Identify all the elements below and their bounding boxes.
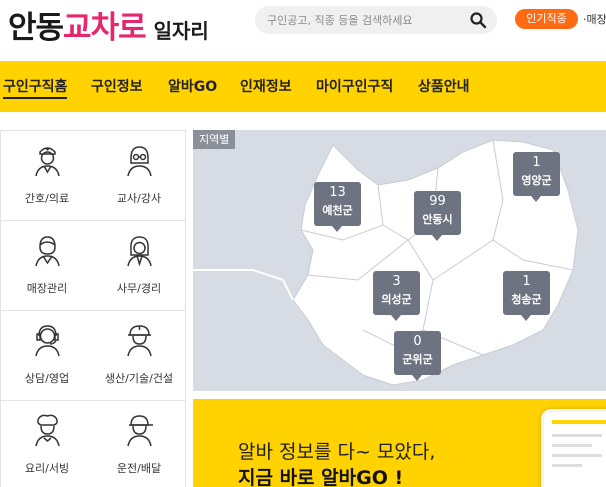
category-driving-delivery[interactable]: 운전/배달 bbox=[93, 401, 186, 487]
region-name: 영양군 bbox=[521, 174, 552, 187]
banner-headline: 알바 정보를 다~ 모았다, bbox=[238, 441, 436, 463]
category-label: 매장관리 bbox=[26, 282, 68, 295]
region-count: 99 bbox=[429, 194, 446, 209]
category-store-management[interactable]: 매장관리 bbox=[1, 221, 94, 311]
region-name: 청송군 bbox=[511, 293, 542, 306]
region-pin-yecheon[interactable]: 13 예천군 bbox=[314, 182, 361, 232]
region-count: 3 bbox=[392, 274, 401, 289]
main-nav: 구인구직홈 구인정보 알바GO 인재정보 마이구인구직 상품안내 bbox=[0, 61, 606, 112]
category-label: 상담/영업 bbox=[24, 372, 70, 385]
logo-text-jobs: 일자리 bbox=[153, 19, 209, 43]
call-center-icon bbox=[35, 325, 60, 357]
logo-text-andong: 안동 bbox=[8, 10, 64, 46]
category-teacher-instructor[interactable]: 교사/강사 bbox=[93, 131, 186, 221]
nav-item-products[interactable]: 상품안내 bbox=[418, 76, 470, 96]
phone-line bbox=[552, 454, 602, 457]
region-name: 예천군 bbox=[322, 204, 353, 217]
region-name: 의성군 bbox=[381, 293, 412, 306]
job-category-grid: 간호/의료 교사/강사 매장관리 사무/경리 상담/영업 생산/기술/건설 요리… bbox=[0, 130, 186, 487]
category-consulting-sales[interactable]: 상담/영업 bbox=[1, 311, 94, 401]
delivery-driver-icon bbox=[127, 415, 153, 447]
region-pin-cheongsong[interactable]: 1 청송군 bbox=[503, 271, 550, 321]
region-pin-andong[interactable]: 99 안동시 bbox=[414, 191, 461, 241]
phone-line bbox=[552, 444, 592, 447]
region-map: 지역별 13 예천군 99 안동시 1 영양군 3 의성군 1 청송군 0 군위… bbox=[193, 130, 606, 391]
chef-icon bbox=[35, 414, 60, 447]
header: 안동 교차로 일자리 인기직종 ·매장 bbox=[0, 0, 606, 60]
category-label: 생산/기술/건설 bbox=[104, 372, 174, 385]
banner-subheadline: 지금 바로 알바GO ! bbox=[238, 467, 404, 487]
category-cooking-serving[interactable]: 요리/서빙 bbox=[1, 401, 94, 487]
region-pin-yeongyang[interactable]: 1 영양군 bbox=[513, 152, 560, 202]
region-count: 13 bbox=[329, 185, 346, 200]
region-pin-uiseong[interactable]: 3 의성군 bbox=[373, 271, 420, 321]
search-box bbox=[255, 6, 497, 34]
region-count: 1 bbox=[532, 155, 541, 170]
hot-jobs-badge: 인기직종 bbox=[515, 9, 578, 29]
construction-worker-icon bbox=[127, 325, 152, 357]
category-production-tech-construction[interactable]: 생산/기술/건설 bbox=[93, 311, 186, 401]
logo-text-gyocharo: 교차로 bbox=[63, 10, 147, 46]
category-label: 사무/경리 bbox=[116, 282, 162, 295]
nav-item-talent[interactable]: 인재정보 bbox=[240, 76, 292, 96]
category-label: 교사/강사 bbox=[116, 192, 162, 205]
hot-job-link[interactable]: ·매장 bbox=[583, 11, 606, 27]
search-icon[interactable] bbox=[469, 11, 487, 29]
phone-line bbox=[552, 464, 582, 467]
nurse-icon bbox=[35, 147, 60, 177]
office-worker-icon bbox=[127, 236, 152, 267]
category-office-accounting[interactable]: 사무/경리 bbox=[93, 221, 186, 311]
region-count: 0 bbox=[413, 334, 422, 349]
region-name: 안동시 bbox=[422, 213, 453, 226]
region-name: 군위군 bbox=[402, 353, 433, 366]
nav-item-job-postings[interactable]: 구인정보 bbox=[91, 76, 143, 96]
nav-item-home[interactable]: 구인구직홈 bbox=[3, 76, 68, 99]
albago-promo-banner[interactable]: 알바 정보를 다~ 모았다, 지금 바로 알바GO ! bbox=[193, 399, 606, 487]
phone-line bbox=[552, 434, 602, 437]
category-nursing-medical[interactable]: 간호/의료 bbox=[1, 131, 94, 221]
nav-item-albago[interactable]: 알바GO bbox=[168, 76, 217, 96]
page: 안동 교차로 일자리 인기직종 ·매장 구인구직홈 구인정보 알바GO 인재정보… bbox=[0, 0, 606, 487]
region-count: 1 bbox=[522, 274, 531, 289]
category-label: 간호/의료 bbox=[24, 192, 70, 205]
region-pin-gunwi[interactable]: 0 군위군 bbox=[394, 331, 441, 381]
phone-mockup-image bbox=[541, 409, 606, 487]
store-manager-icon bbox=[35, 236, 60, 267]
teacher-icon bbox=[127, 146, 152, 177]
region-map-title: 지역별 bbox=[193, 130, 236, 149]
category-label: 요리/서빙 bbox=[24, 462, 70, 475]
phone-header-bar bbox=[552, 420, 606, 424]
site-logo[interactable]: 안동 교차로 일자리 bbox=[8, 2, 209, 46]
category-label: 운전/배달 bbox=[116, 462, 162, 475]
nav-item-my-jobs[interactable]: 마이구인구직 bbox=[316, 76, 393, 96]
search-input[interactable] bbox=[267, 10, 463, 30]
